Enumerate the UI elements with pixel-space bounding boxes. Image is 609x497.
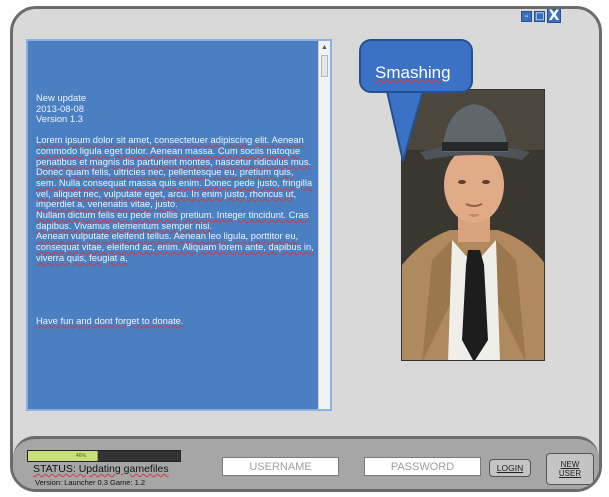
version-text: Version: Launcher 0.3 Game: 1.2	[35, 478, 146, 487]
news-version: Version 1.3	[36, 113, 83, 125]
new-user-label-line1: NEW	[560, 460, 580, 469]
progress-percent: 46%	[76, 453, 87, 459]
username-input[interactable]	[222, 457, 339, 476]
speech-bubble-text: Smashing	[375, 63, 451, 82]
progress-fill	[28, 451, 98, 461]
scroll-thumb[interactable]	[321, 55, 328, 77]
news-paragraph: Aenean vulputate eleifend tellus. Aenean…	[36, 230, 314, 263]
new-user-label-line2: USER	[558, 469, 582, 478]
scroll-up-arrow-icon[interactable]: ▲	[319, 43, 330, 52]
login-button[interactable]: LOGIN	[489, 459, 531, 477]
character-photo	[401, 89, 545, 361]
status-text: STATUS: Updating gamefiles	[33, 463, 169, 475]
news-panel[interactable]: New update 2013-08-08 Version 1.3 Lorem …	[26, 39, 332, 411]
maximize-button[interactable]: □	[534, 11, 545, 22]
speech-bubble: Smashing	[359, 39, 473, 93]
news-text: New update 2013-08-08 Version 1.3 Lorem …	[36, 92, 314, 326]
news-closing: Have fun and dont forget to donate.	[36, 314, 184, 326]
news-paragraph: Lorem ipsum dolor sit amet, consectetuer…	[36, 134, 312, 167]
news-scrollbar[interactable]: ▲	[318, 41, 330, 409]
news-paragraph: Nullam dictum felis eu pede mollis preti…	[36, 209, 309, 231]
update-progress-bar: 46%	[27, 450, 181, 462]
password-input[interactable]	[364, 457, 481, 476]
launcher-window: - □ X New update 2013-08-08 Version 1.3 …	[10, 6, 602, 492]
close-button[interactable]: X	[547, 9, 561, 23]
new-user-button[interactable]: NEW USER	[546, 453, 594, 485]
footer-bar: 46% STATUS: Updating gamefiles Version: …	[13, 436, 599, 489]
window-controls: - □ X	[521, 9, 561, 23]
news-paragraph: Donec quam felis, ultricies nec, pellent…	[36, 166, 313, 210]
minimize-button[interactable]: -	[521, 11, 532, 22]
